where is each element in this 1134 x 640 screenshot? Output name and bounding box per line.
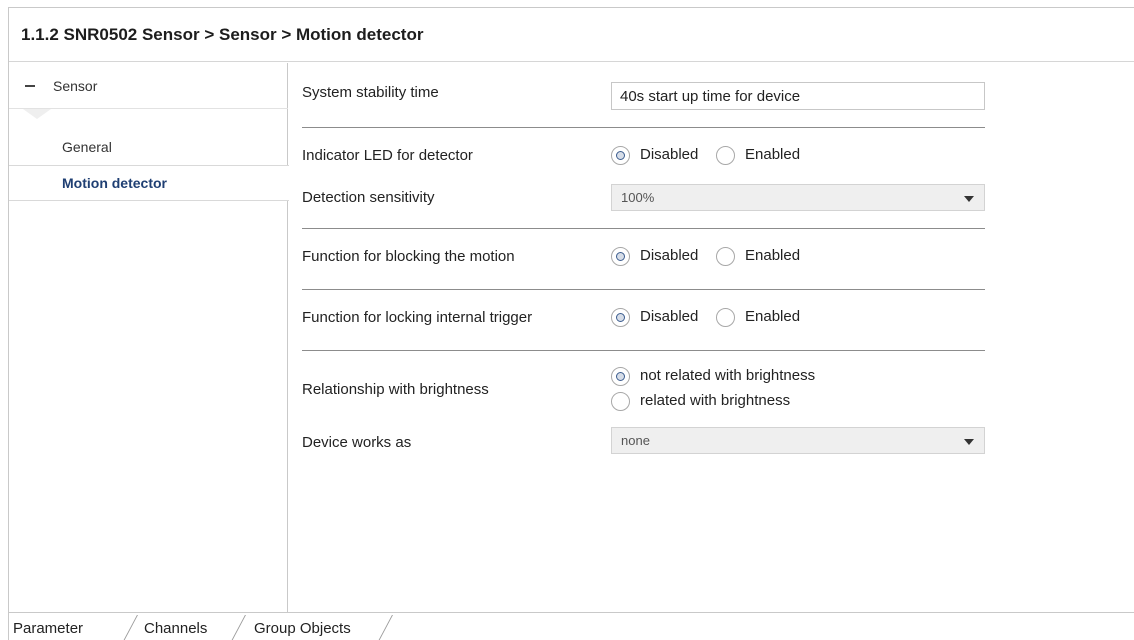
select-value: 100%	[621, 190, 655, 205]
radio-unselected-icon[interactable]	[716, 308, 735, 327]
sensitivity-select[interactable]: 100%	[611, 184, 985, 211]
title-bar: 1.1.2 SNR0502 Sensor > Sensor > Motion d…	[9, 8, 1134, 62]
collapse-minus-icon[interactable]	[25, 85, 35, 87]
radio-label: Enabled	[745, 308, 801, 325]
section-divider	[302, 289, 985, 290]
stability-time-field[interactable]: 40s start up time for device	[611, 82, 985, 110]
page-title: 1.1.2 SNR0502 Sensor > Sensor > Motion d…	[21, 25, 424, 44]
radio-unselected-icon[interactable]	[716, 247, 735, 266]
tab-separator	[376, 615, 393, 640]
bottom-tab-bar: Parameter Channels Group Objects	[9, 612, 1134, 640]
radio-label: related with brightness	[640, 392, 791, 409]
tab-group-objects[interactable]: Group Objects	[228, 613, 378, 640]
select-value: none	[621, 433, 650, 448]
sidebar: Sensor General Motion detector	[9, 63, 289, 612]
radio-selected-icon[interactable]	[611, 367, 630, 386]
radio-label: Disabled	[640, 308, 699, 325]
param-label: Detection sensitivity	[302, 189, 435, 206]
param-label: Device works as	[302, 434, 412, 451]
dropdown-arrow-icon[interactable]	[964, 439, 974, 445]
radio-selected-icon[interactable]	[611, 247, 630, 266]
radio-label: Enabled	[745, 146, 801, 163]
sidebar-item-label: Motion detector	[62, 175, 167, 191]
radio-selected-icon[interactable]	[611, 308, 630, 327]
works-as-select[interactable]: none	[611, 427, 985, 454]
sidebar-group-sensor[interactable]: Sensor	[9, 63, 288, 109]
param-label: Indicator LED for detector	[302, 147, 473, 164]
parameter-panel: System stability time 40s start up time …	[289, 63, 1134, 612]
param-label: Function for locking internal trigger	[302, 309, 533, 326]
radio-unselected-icon[interactable]	[716, 146, 735, 165]
tab-parameter[interactable]: Parameter	[9, 613, 121, 640]
tab-label: Group Objects	[254, 620, 351, 637]
sidebar-item-general[interactable]: General	[9, 129, 288, 165]
tab-channels[interactable]: Channels	[121, 613, 228, 640]
group-notch-icon	[23, 109, 51, 119]
param-label: Relationship with brightness	[302, 381, 489, 398]
tab-label: Parameter	[13, 620, 84, 637]
radio-selected-icon[interactable]	[611, 146, 630, 165]
sidebar-item-label: General	[62, 139, 112, 155]
radio-unselected-icon[interactable]	[611, 392, 630, 411]
sidebar-item-motion-detector[interactable]: Motion detector	[9, 165, 289, 201]
radio-label: Disabled	[640, 146, 699, 163]
section-divider	[302, 228, 985, 229]
radio-label: Enabled	[745, 247, 801, 264]
sidebar-group-label: Sensor	[53, 78, 98, 94]
radio-label: Disabled	[640, 247, 699, 264]
dropdown-arrow-icon[interactable]	[964, 196, 974, 202]
section-divider	[302, 127, 985, 128]
parameter-window: 1.1.2 SNR0502 Sensor > Sensor > Motion d…	[8, 7, 1134, 640]
param-label: Function for blocking the motion	[302, 248, 515, 265]
tab-label: Channels	[144, 620, 208, 637]
section-divider	[302, 350, 985, 351]
radio-label: not related with brightness	[640, 367, 816, 384]
param-label: System stability time	[302, 84, 439, 101]
